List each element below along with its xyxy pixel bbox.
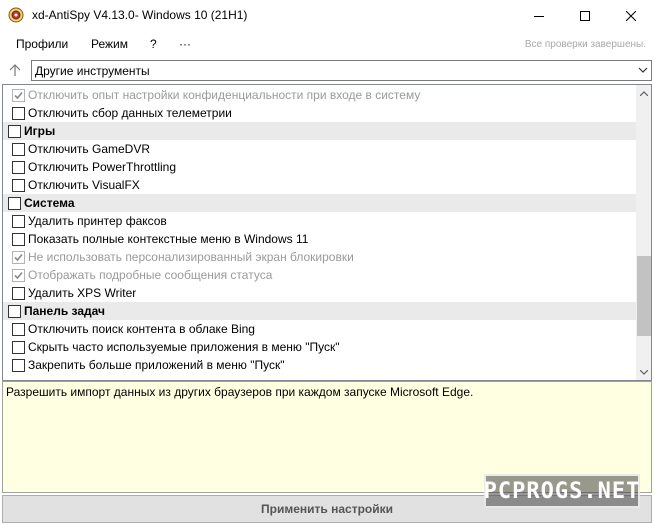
- watermark-logo: PCPROGS.NET: [484, 474, 640, 508]
- setting-row[interactable]: Отключить PowerThrottling: [3, 158, 636, 176]
- group-header[interactable]: Система: [3, 194, 636, 212]
- setting-label: Не использовать персонализированный экра…: [28, 250, 354, 264]
- setting-label: Отключить GameDVR: [28, 142, 151, 156]
- setting-checkbox[interactable]: [12, 323, 25, 336]
- menu-more[interactable]: ···: [179, 37, 191, 51]
- nav-bar: Другие инструменты: [0, 58, 654, 83]
- setting-checkbox[interactable]: [12, 233, 25, 246]
- category-dropdown-value: Другие инструменты: [35, 64, 150, 78]
- setting-row[interactable]: Отображать подробные сообщения статуса: [3, 266, 636, 284]
- watermark-text: PCPROGS.NET: [483, 478, 641, 504]
- group-header-label: Игры: [24, 124, 56, 138]
- setting-label: Отключить сбор данных телеметрии: [28, 106, 232, 120]
- setting-checkbox[interactable]: [12, 107, 25, 120]
- menu-profiles[interactable]: Профили: [16, 37, 68, 51]
- group-header[interactable]: Панель задач: [3, 302, 636, 320]
- setting-checkbox[interactable]: [12, 269, 25, 282]
- minimize-button[interactable]: [516, 0, 562, 31]
- setting-label: Отключить опыт настройки конфиденциально…: [28, 88, 421, 102]
- setting-checkbox[interactable]: [12, 287, 25, 300]
- setting-checkbox[interactable]: [12, 341, 25, 354]
- setting-checkbox[interactable]: [12, 215, 25, 228]
- menu-mode[interactable]: Режим: [91, 37, 128, 51]
- minimize-icon: [534, 15, 544, 17]
- close-button[interactable]: [608, 0, 654, 31]
- status-text: Все проверки завершены.: [524, 39, 646, 50]
- setting-row[interactable]: Отключить VisualFX: [3, 176, 636, 194]
- settings-list-viewport: Отключить опыт настройки конфиденциально…: [3, 85, 636, 380]
- setting-checkbox[interactable]: [12, 179, 25, 192]
- setting-row[interactable]: Закрепить больше приложений в меню "Пуск…: [3, 356, 636, 374]
- close-icon: [626, 10, 636, 21]
- scrollbar-thumb[interactable]: [637, 255, 651, 336]
- setting-row[interactable]: Отключить сбор данных телеметрии: [3, 104, 636, 122]
- setting-label: Скрыть часто используемые приложения в м…: [28, 340, 340, 354]
- setting-checkbox[interactable]: [12, 89, 25, 102]
- menu-bar: Профили Режим ? ··· Все проверки заверше…: [0, 31, 654, 58]
- scroll-up-icon: [640, 90, 648, 96]
- chevron-down-icon: [638, 67, 648, 73]
- checkmark-icon: [14, 271, 23, 280]
- scroll-down-icon: [640, 369, 648, 375]
- shield-app-icon: [8, 7, 24, 23]
- group-checkbox[interactable]: [8, 305, 21, 318]
- setting-row[interactable]: Отключить опыт настройки конфиденциально…: [3, 86, 636, 104]
- group-header-label: Система: [24, 196, 75, 210]
- checkmark-icon: [14, 91, 23, 100]
- scroll-down-arrow[interactable]: [636, 364, 651, 380]
- group-header[interactable]: Игры: [3, 122, 636, 140]
- group-header-label: Панель задач: [24, 304, 105, 318]
- setting-checkbox[interactable]: [12, 161, 25, 174]
- setting-row[interactable]: Отключить GameDVR: [3, 140, 636, 158]
- apply-settings-label: Применить настройки: [261, 502, 393, 516]
- setting-row[interactable]: Удалить принтер факсов: [3, 212, 636, 230]
- setting-label: Удалить XPS Writer: [28, 286, 137, 300]
- setting-label: Отключить VisualFX: [28, 178, 140, 192]
- setting-label: Отключить PowerThrottling: [28, 160, 177, 174]
- setting-checkbox[interactable]: [12, 143, 25, 156]
- arrow-up-icon: [9, 64, 21, 76]
- setting-label: Удалить принтер факсов: [28, 214, 167, 228]
- setting-label: Отображать подробные сообщения статуса: [28, 268, 273, 282]
- setting-row[interactable]: Скрыть часто используемые приложения в м…: [3, 338, 636, 356]
- maximize-button[interactable]: [562, 0, 608, 31]
- group-checkbox[interactable]: [8, 125, 21, 138]
- window-title: xd-AntiSpy V4.13.0- Windows 10 (21H1): [32, 8, 248, 22]
- maximize-icon: [580, 10, 590, 21]
- setting-label: Закрепить больше приложений в меню "Пуск…: [28, 358, 285, 372]
- setting-checkbox[interactable]: [12, 359, 25, 372]
- setting-row[interactable]: Показать полные контекстные меню в Windo…: [3, 230, 636, 248]
- category-dropdown[interactable]: Другие инструменты: [31, 60, 652, 81]
- group-checkbox[interactable]: [8, 197, 21, 210]
- settings-list[interactable]: Отключить опыт настройки конфиденциально…: [2, 84, 652, 381]
- setting-label: Отключить поиск контента в облаке Bing: [28, 322, 255, 336]
- setting-row[interactable]: Удалить XPS Writer: [3, 284, 636, 302]
- scroll-up-arrow[interactable]: [636, 85, 651, 101]
- vertical-scrollbar[interactable]: [636, 85, 651, 380]
- setting-label: Показать полные контекстные меню в Windo…: [28, 232, 309, 246]
- setting-checkbox[interactable]: [12, 251, 25, 264]
- back-up-button[interactable]: [5, 60, 25, 80]
- checkmark-icon: [14, 253, 23, 262]
- setting-row[interactable]: Отключить поиск контента в облаке Bing: [3, 320, 636, 338]
- setting-row[interactable]: Не использовать персонализированный экра…: [3, 248, 636, 266]
- menu-help[interactable]: ?: [150, 37, 157, 51]
- description-text: Разрешить импорт данных из других браузе…: [6, 385, 474, 399]
- title-bar[interactable]: xd-AntiSpy V4.13.0- Windows 10 (21H1): [0, 0, 654, 31]
